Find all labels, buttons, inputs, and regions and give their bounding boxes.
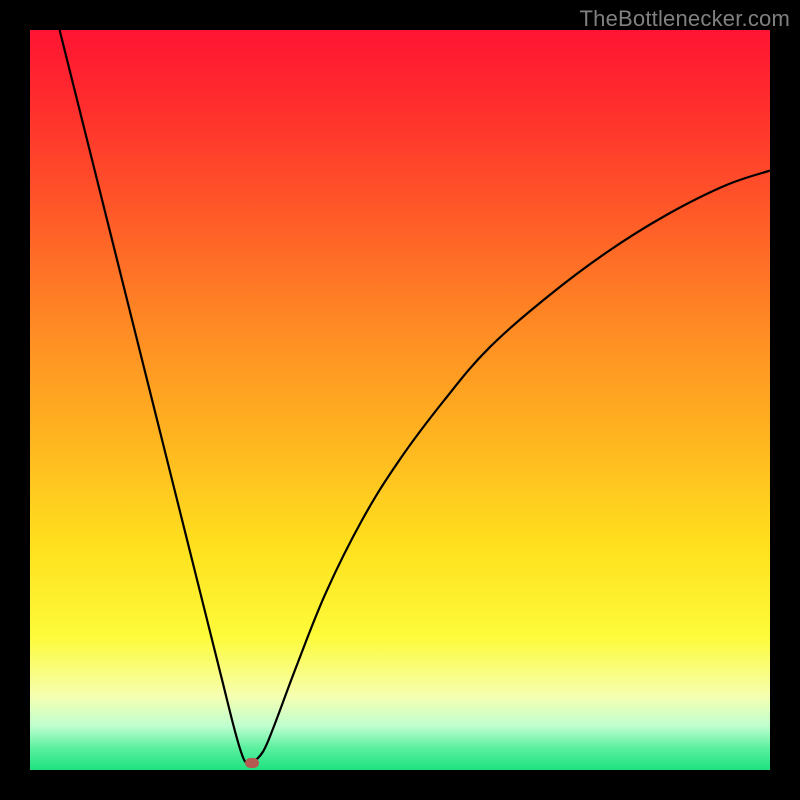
attribution-text: TheBottlenecker.com	[580, 6, 790, 32]
optimal-point-marker	[245, 758, 259, 768]
bottleneck-curve	[30, 30, 770, 770]
plot-area	[30, 30, 770, 770]
chart-frame: TheBottlenecker.com	[0, 0, 800, 800]
